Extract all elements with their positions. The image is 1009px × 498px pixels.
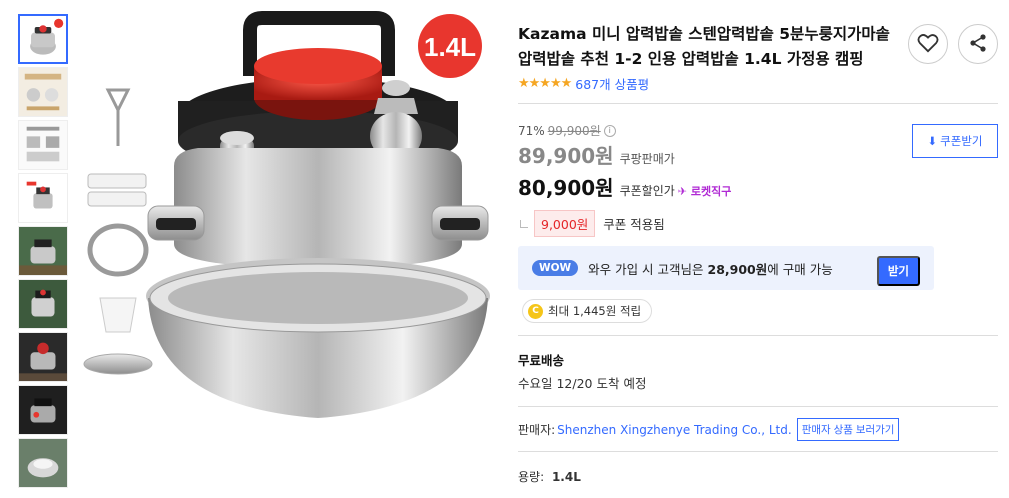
shipping-title: 무료배송 <box>518 353 565 368</box>
wow-membership-box: WOW 와우 가입 시 고객님은 28,900원에 구매 가능 받기 <box>518 246 934 290</box>
wow-text: 와우 가입 시 고객님은 28,900원에 구매 가능 <box>588 259 833 278</box>
thumbnail-9[interactable] <box>18 438 68 488</box>
seller-label: 판매자: <box>518 423 556 437</box>
thumbnail-5[interactable] <box>18 226 68 276</box>
coupon-price-label: 쿠폰할인가 <box>619 184 675 198</box>
share-icon <box>968 33 988 56</box>
main-product-image: 1.4L <box>78 6 506 446</box>
rating-stars: ★★★★★ <box>518 75 572 91</box>
seller-products-button[interactable]: 판매자 상품 보러가기 <box>796 418 900 441</box>
thumbnail-3[interactable] <box>18 120 68 170</box>
sale-price-label: 쿠팡판매가 <box>619 152 675 166</box>
delivery-date: 수요일 12/20 도착 예정 <box>518 376 647 391</box>
size-badge-text: 1.4L <box>424 32 476 62</box>
price-section: 71% 99,900원 i 89,900원 쿠팡판매가 80,900원 쿠폰할인… <box>518 103 998 237</box>
thumbnail-6[interactable] <box>18 279 68 329</box>
wow-receive-button[interactable]: 받기 <box>876 256 920 286</box>
thumbnail-list <box>18 14 70 491</box>
applied-coupon-label: 쿠폰 적용됨 <box>603 217 665 232</box>
download-icon: ⬇ <box>927 136 938 148</box>
sale-price: 89,900원 <box>518 144 614 168</box>
rating-row: ★★★★★ 687개 상품평 <box>518 73 998 93</box>
applied-coupon-amount: 9,000원 <box>534 210 596 237</box>
rocket-icon: ✈ <box>677 185 687 198</box>
share-button[interactable] <box>958 24 998 64</box>
cash-point-pill: C 최대 1,445원 적립 <box>522 299 653 323</box>
rocket-label: 로켓직구 <box>690 185 732 198</box>
review-count-link[interactable]: 687개 상품평 <box>575 74 649 93</box>
coin-icon: C <box>528 303 543 319</box>
discount-rate: 71% <box>518 123 545 138</box>
corner-mark <box>520 219 528 228</box>
option-value: 1.4L <box>551 470 581 484</box>
info-icon[interactable]: i <box>603 124 616 137</box>
cash-point-text: 최대 1,445원 적립 <box>548 304 642 318</box>
coupon-price: 80,900원 <box>518 176 614 200</box>
option-section: 용량: 1.4L <box>518 451 998 485</box>
heart-icon <box>917 33 939 56</box>
thumbnail-8[interactable] <box>18 385 68 435</box>
seller-section: 판매자: Shenzhen Xingzhenye Trading Co., Lt… <box>518 406 998 441</box>
option-label: 용량: <box>518 470 545 484</box>
thumbnail-7[interactable] <box>18 332 68 382</box>
product-title: Kazama 미니 압력밥솥 스텐압력밥솥 5분누룽지가마솥 압력밥솥 추천 1… <box>518 25 890 68</box>
wow-text-suffix: 에 구매 가능 <box>767 261 833 277</box>
wow-price: 28,900원 <box>707 261 768 277</box>
wow-badge: WOW <box>532 260 579 276</box>
wow-text-prefix: 와우 가입 시 고객님은 <box>588 261 708 277</box>
coupon-download-button[interactable]: ⬇ 쿠폰받기 <box>912 124 998 158</box>
seller-name-link[interactable]: Shenzhen Xingzhenye Trading Co., Ltd. <box>557 423 792 437</box>
thumbnail-2[interactable] <box>18 67 68 117</box>
wishlist-button[interactable] <box>908 24 948 64</box>
rocket-global-badge: ✈ 로켓직구 <box>678 183 732 199</box>
thumbnail-4[interactable] <box>18 173 68 223</box>
product-info-panel: Kazama 미니 압력밥솥 스텐압력밥솥 5분누룽지가마솥 압력밥솥 추천 1… <box>518 22 998 485</box>
shipping-section: 무료배송 수요일 12/20 도착 예정 <box>518 335 998 392</box>
original-price: 99,900원 <box>547 124 601 138</box>
coupon-download-label: 쿠폰받기 <box>940 136 983 148</box>
thumbnail-1[interactable] <box>18 14 68 64</box>
